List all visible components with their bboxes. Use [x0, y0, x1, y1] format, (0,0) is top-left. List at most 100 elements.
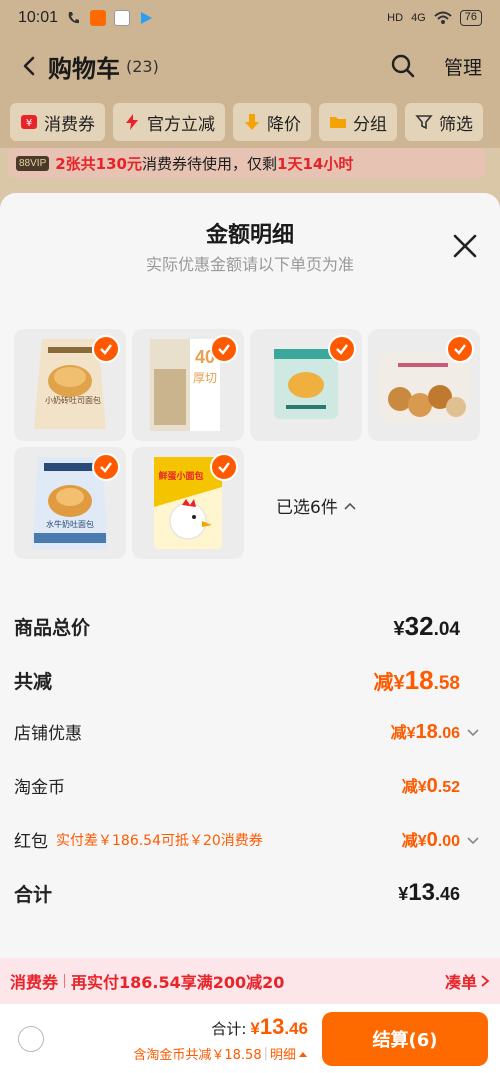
chevron-up-icon: [344, 502, 356, 510]
sum-value: ¥ 13 .46: [398, 879, 480, 907]
footer-detail-text: 含淘金币共减￥18.58: [133, 1048, 262, 1063]
selected-count-toggle[interactable]: 已选6件: [276, 493, 356, 518]
product-label: 厚切: [192, 371, 217, 385]
filter-chip-price-drop[interactable]: 降价: [233, 103, 311, 141]
coupon-banner[interactable]: 消费券 再实付186.54享满200减20 凑单: [0, 958, 500, 1004]
chevron-up-icon: [299, 1051, 307, 1057]
product-thumb[interactable]: 40 厚切: [132, 329, 244, 441]
price-drop-icon: [245, 114, 259, 130]
search-icon[interactable]: [390, 53, 416, 79]
filter-chip-group[interactable]: 分组: [319, 103, 397, 141]
filter-chip-coupon[interactable]: ¥ 消费券: [10, 103, 105, 141]
red-packet-row[interactable]: 红包 实付差￥186.54可抵￥20消费券 减¥ 0 .00: [14, 827, 480, 852]
sum-yen: ¥: [398, 884, 409, 904]
store-prefix: 减¥: [390, 725, 416, 742]
product-thumb[interactable]: 小奶砖吐司面包: [14, 329, 126, 441]
footer-sum-label: 合计:: [211, 1020, 247, 1038]
product-label: 鲜蛋小面包: [158, 472, 204, 482]
store-discount-label: 店铺优惠: [14, 724, 82, 744]
footer-sum-yen: ¥: [250, 1019, 260, 1038]
filter-icon: [415, 115, 433, 130]
vip-highlight: 2张共130元: [55, 154, 142, 173]
product-thumb[interactable]: [250, 329, 362, 441]
taobao-coin-row: 淘金币 减¥ 0 .52: [14, 773, 480, 798]
manage-button[interactable]: 管理: [444, 53, 482, 80]
total-int: 32: [404, 611, 434, 641]
redpack-int: 0: [426, 829, 438, 851]
filter-chip-label: 筛选: [439, 114, 473, 135]
footer-detail-link[interactable]: 含淘金币共减￥18.58 | 明细: [133, 1044, 308, 1063]
coupon-text: 再实付186.54享满200减20: [71, 973, 285, 992]
chevron-down-icon: [467, 728, 479, 736]
footer-sum-int: 13: [259, 1014, 285, 1039]
sum-dec: .46: [434, 884, 460, 904]
red-packet-label: 红包: [14, 832, 48, 852]
sheet-title: 金额明细: [205, 223, 294, 248]
product-thumb[interactable]: 鲜蛋小面包: [132, 447, 244, 559]
folder-icon: [330, 117, 346, 128]
red-packet-value: 减¥ 0 .00: [402, 827, 480, 852]
store-discount-row[interactable]: 店铺优惠 减¥ 18 .06: [14, 719, 480, 744]
coupon-tag: 消费券: [10, 973, 59, 992]
select-all-radio[interactable]: [18, 1025, 44, 1052]
total-dec: .04: [433, 619, 460, 640]
checkmark-icon: [446, 335, 474, 363]
vip-coupon-bar[interactable]: 88VIP 2张共130元 消费券待使用，仅剩 1天14小时: [8, 148, 486, 178]
reduce-dec: .58: [433, 673, 460, 694]
divider: [64, 974, 66, 988]
product-label: 小奶砖吐司面包: [45, 396, 101, 405]
filter-chip-official-discount[interactable]: 官方立减: [113, 103, 225, 141]
sum-row: 合计 ¥ 13 .46: [14, 879, 480, 907]
page-title: 购物车: [48, 54, 120, 83]
cart-count: (23): [126, 56, 159, 76]
filter-chip-label: 官方立减: [147, 114, 215, 135]
store-int: 18: [415, 721, 438, 743]
taobao-app-icon: [90, 10, 107, 26]
checkout-bar: 合计: ¥13.46 含淘金币共减￥18.58 | 明细 结算(6): [0, 1004, 500, 1073]
redpack-prefix: 减¥: [401, 833, 427, 850]
checkout-button[interactable]: 结算(6): [322, 1011, 488, 1066]
amount-detail-sheet: 金额明细 实际优惠金额请以下单页为准 小奶砖吐司面包 40 厚切 水牛奶吐面包 …: [0, 193, 500, 1073]
coupon-icon: ¥: [21, 115, 37, 129]
store-discount-value: 减¥ 18 .06: [391, 719, 480, 744]
status-time: 10:01: [18, 9, 59, 26]
coin-dec: .52: [437, 779, 460, 796]
network-label: 4G: [411, 12, 426, 24]
close-icon[interactable]: [452, 233, 478, 259]
cloud-app-icon: [114, 10, 131, 26]
filter-bar: ¥ 消费券 官方立减 降价 分组 筛选: [0, 96, 500, 148]
vip-text: 消费券待使用，仅剩: [142, 154, 278, 173]
total-reduce-value: 减¥ 18 .58: [374, 665, 480, 696]
total-price-row: 商品总价 ¥ 32 .04: [14, 611, 480, 642]
product-thumb[interactable]: 水牛奶吐面包: [14, 447, 126, 559]
wifi-icon: [434, 11, 452, 24]
header: 购物车 (23) 管理: [0, 36, 500, 96]
add-on-button[interactable]: 凑单: [445, 969, 490, 993]
total-yen: ¥: [393, 618, 405, 640]
footer-sum-dec: .46: [284, 1019, 308, 1038]
total-reduce-label: 共减: [14, 671, 53, 693]
chevron-right-icon: [481, 975, 490, 987]
store-dec: .06: [437, 725, 460, 742]
chevron-down-icon: [467, 836, 479, 844]
product-thumb[interactable]: [368, 329, 480, 441]
divider: |: [263, 1046, 268, 1061]
footer-sum: 合计: ¥13.46 含淘金币共减￥18.58 | 明细: [133, 1014, 308, 1063]
play-store-icon: [141, 12, 153, 24]
total-reduce-row: 共减 减¥ 18 .58: [14, 665, 480, 696]
reduce-prefix: 减¥: [373, 672, 405, 694]
filter-chip-label: 降价: [267, 114, 301, 135]
sheet-subtitle: 实际优惠金额请以下单页为准: [145, 255, 354, 274]
svg-text:¥: ¥: [26, 118, 32, 129]
checkmark-icon: [210, 335, 238, 363]
reduce-int: 18: [404, 665, 434, 695]
add-on-label: 凑单: [444, 973, 477, 992]
coin-int: 0: [426, 775, 438, 797]
back-arrow-icon[interactable]: [18, 54, 42, 78]
checkmark-icon: [92, 453, 120, 481]
vip-badge: 88VIP: [16, 155, 50, 171]
coin-prefix: 减¥: [401, 779, 427, 796]
taobao-coin-value: 减¥ 0 .52: [402, 773, 480, 798]
filter-chip-filter[interactable]: 筛选: [405, 103, 483, 141]
sum-label: 合计: [14, 883, 53, 906]
